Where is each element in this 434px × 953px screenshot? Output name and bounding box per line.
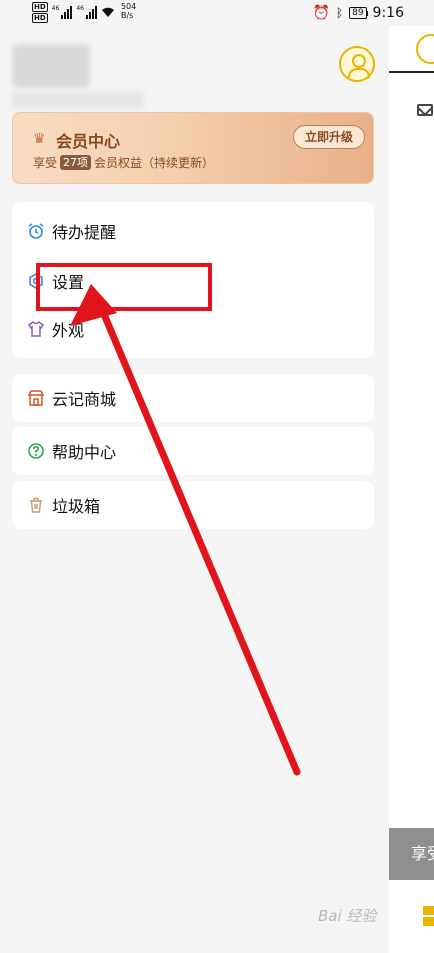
menu-label-help: 帮助中心 — [52, 443, 117, 462]
status-left: HD HD 46 46 504 B/s — [32, 2, 136, 23]
bluetooth-icon: ᛒ — [335, 6, 344, 20]
menu-card-store: 云记商城 — [12, 374, 374, 422]
network-speed: 504 B/s — [121, 2, 136, 20]
alarm-icon: ⏰ — [312, 5, 330, 21]
vip-sub-suffix: 会员权益（持续更新） — [94, 156, 215, 170]
highlight-box — [36, 263, 212, 311]
hd-label-1: HD — [32, 2, 48, 12]
crown-icon: ♛ — [33, 131, 46, 147]
status-right: ⏰ ᛒ 89 9:16 — [312, 5, 404, 21]
menu-item-appearance[interactable]: 外观 — [12, 306, 374, 352]
grid-icon[interactable] — [423, 906, 434, 926]
profile-name-blurred[interactable] — [12, 44, 90, 88]
vip-sub-prefix: 享受 — [33, 156, 58, 170]
upgrade-button[interactable]: 立即升级 — [293, 125, 365, 149]
hd-label-2: HD — [32, 13, 48, 23]
menu-label-appearance: 外观 — [52, 321, 85, 340]
watermark: Bai 经验 — [318, 907, 377, 925]
menu-item-help[interactable]: 帮助中心 — [12, 428, 374, 474]
menu-item-store[interactable]: 云记商城 — [12, 375, 374, 421]
vip-subtitle: 享受 27项 会员权益（持续更新） — [33, 154, 214, 171]
menu-card-trash: 垃圾箱 — [12, 481, 374, 529]
alarm-clock-icon — [27, 222, 45, 240]
promo-banner[interactable]: 享受 — [389, 828, 434, 880]
avatar-icon[interactable] — [339, 46, 375, 82]
hd-indicator: HD HD — [32, 2, 48, 23]
shirt-icon — [27, 320, 45, 338]
network-speed-unit: B/s — [120, 11, 134, 20]
user-avatar-icon[interactable] — [416, 34, 434, 64]
clock-time: 9:16 — [372, 5, 404, 21]
vip-center-card[interactable]: ♛ 会员中心 享受 27项 会员权益（持续更新） 立即升级 — [12, 112, 374, 184]
store-icon — [27, 389, 45, 407]
wifi-icon — [101, 7, 114, 17]
menu-label-store: 云记商城 — [52, 390, 117, 409]
main-content-peek: 享受 — [389, 26, 434, 953]
signal-icon: 46 — [52, 5, 73, 19]
menu-item-trash[interactable]: 垃圾箱 — [12, 482, 374, 528]
network-speed-value: 504 — [120, 2, 137, 11]
menu-label-reminders: 待办提醒 — [52, 223, 117, 242]
signal-icon-2: 46 — [76, 5, 97, 19]
menu-item-reminders[interactable]: 待办提醒 — [12, 208, 374, 254]
vip-count-badge: 27项 — [60, 155, 92, 170]
battery-icon: 89 — [349, 7, 367, 19]
vip-title: 会员中心 — [56, 132, 121, 151]
signal-label-2: 46 — [76, 5, 84, 12]
side-drawer: ♛ 会员中心 享受 27项 会员权益（持续更新） 立即升级 待办提醒 设置 外观… — [0, 26, 389, 953]
battery-level: 89 — [352, 8, 364, 18]
help-icon — [27, 442, 45, 460]
trash-icon — [27, 496, 45, 514]
app-page: HD HD 46 46 504 B/s ⏰ ᛒ 89 9:16 ♛ 会员中心 享… — [0, 0, 434, 953]
tab-underline — [389, 71, 434, 73]
menu-card-help: 帮助中心 — [12, 427, 374, 475]
menu-label-trash: 垃圾箱 — [52, 497, 101, 516]
mail-icon[interactable] — [417, 104, 433, 116]
signal-label: 46 — [51, 5, 60, 12]
status-bar: HD HD 46 46 504 B/s ⏰ ᛒ 89 9:16 — [0, 0, 434, 26]
profile-subtitle-blurred — [12, 92, 144, 108]
